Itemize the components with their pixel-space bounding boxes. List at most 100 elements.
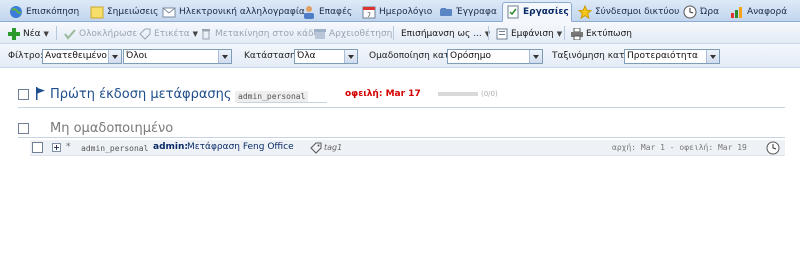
priority-marker: * [66,142,71,152]
mark-as-label: Επισήμανση ως ... [401,28,482,39]
svg-text:7: 7 [367,12,371,19]
tab-label: Επισκόπηση [26,6,80,17]
tasks-icon [506,5,520,19]
tab-notes[interactable]: Σημειώσεις [87,2,158,21]
status-value: Όλα [297,51,316,61]
plus-icon [8,27,20,40]
status-label: Κατάσταση: [244,51,299,61]
toolbar-divider [393,26,394,40]
checkmark-icon [64,28,76,40]
task-workspace-tag[interactable]: admin_personal [78,143,151,154]
tag-icon [310,142,322,157]
task-row[interactable]: * admin_personal admin: Μετάφραση Feng O… [30,140,785,156]
status-select[interactable]: Όλα [294,49,358,64]
tab-weblinks[interactable]: Σύνδεσμοι δικτύου [575,2,679,21]
workspace-tag[interactable]: admin_personal [235,91,309,102]
mark-as-button[interactable]: Επισήμανση ως ... ▼ [401,26,490,41]
main-tabs: Επισκόπηση Σημειώσεις Ηλεκτρονική αλληλο… [0,0,800,22]
group-by-value: Ορόσημο [450,51,491,61]
group-by-label: Ομαδοποίηση κατά: [369,51,459,61]
milestone-progress-text: (0/0) [481,90,498,98]
chevron-down-icon [706,50,719,63]
tab-contacts[interactable]: Επαφές [299,2,352,21]
new-button[interactable]: Νέα ▼ [8,26,49,41]
tab-label: Επαφές [319,6,353,17]
task-tag[interactable]: tag1 [324,143,342,152]
tag-button[interactable]: Ετικέτα ▼ [139,26,198,41]
chevron-down-icon: ▼ [192,29,199,38]
milestone-progress-bar [438,92,478,96]
milestone-due-date: οφειλή: Mar 17 [345,89,421,99]
view-button[interactable]: Εμφάνιση ▼ [496,26,562,41]
tasks-content: Πρώτη έκδοση μετάφρασης admin_personal ο… [0,68,800,278]
mail-icon [162,5,176,19]
archive-button[interactable]: Αρχειοθέτηση [314,26,392,41]
tab-email[interactable]: Ηλεκτρονική αλληλογραφία [159,2,305,21]
filter-bar: Φίλτρο: Ανατεθειμένο σ Όλοι Κατάσταση: Ό… [0,44,800,68]
toolbar-divider [564,26,565,40]
note-icon [90,5,104,19]
chevron-down-icon: ▼ [43,29,49,38]
clock-icon[interactable] [766,141,780,158]
group-by-select[interactable]: Ορόσημο [447,49,543,64]
tab-label: Αναφορά [747,6,788,17]
chart-icon [730,5,744,19]
filter-user-select[interactable]: Όλοι [123,49,232,64]
milestone-title[interactable]: Πρώτη έκδοση μετάφρασης [50,87,232,102]
new-label: Νέα [23,28,41,39]
view-icon [496,28,508,40]
ungrouped-title: Μη ομαδοποιημένο [50,121,174,136]
expand-icon[interactable] [52,143,61,152]
toolbar-divider [488,26,489,40]
filter-type-select[interactable]: Ανατεθειμένο σ [42,49,122,64]
tab-tasks[interactable]: Εργασίες [502,2,572,22]
calendar-icon: 7 [362,5,376,19]
tab-label: Εργασίες [523,7,569,17]
tab-calendar[interactable]: 7 Ημερολόγιο [359,2,432,21]
tab-label: Σύνδεσμοι δικτύου [595,6,680,17]
tab-label: Ηλεκτρονική αλληλογραφία [179,6,305,17]
flag-icon [35,87,46,103]
clock-icon [683,5,697,19]
tab-overview[interactable]: Επισκόπηση [6,2,79,21]
sort-by-label: Ταξινόμηση κατά: [552,51,634,61]
print-button[interactable]: Εκτύπωση [571,26,632,41]
trash-label: Μετακίνηση στον κάδο [215,28,320,39]
view-label: Εμφάνιση [511,28,554,39]
filter-user-value: Όλοι [126,51,148,61]
tag-icon [139,28,151,40]
task-toolbar: Νέα ▼ Ολοκλήρωσε Ετικέτα ▼ Μετακίνηση στ… [0,22,800,44]
trash-icon [200,28,212,40]
group-checkbox[interactable] [18,89,29,100]
tab-label: Ημερολόγιο [379,6,433,17]
chevron-down-icon [344,50,357,63]
tab-label: Έγγραφα [456,6,497,17]
archive-icon [314,28,326,40]
sort-by-value: Προτεραιότητα [627,51,698,61]
filter-label: Φίλτρο: [8,51,44,61]
chevron-down-icon [108,50,121,63]
task-title-link[interactable]: Μετάφραση Feng Office [187,142,294,152]
tab-time[interactable]: Ώρα [680,2,719,21]
trash-button[interactable]: Μετακίνηση στον κάδο [200,26,319,41]
complete-label: Ολοκλήρωσε [79,28,138,39]
filter-type-value: Ανατεθειμένο σ [45,51,116,61]
archive-label: Αρχειοθέτηση [329,28,393,39]
star-icon [577,4,593,19]
task-assignee[interactable]: admin: [153,142,188,152]
sort-by-select[interactable]: Προτεραιότητα [624,49,720,64]
globe-icon [9,5,23,19]
group-checkbox[interactable] [18,123,29,134]
tag-label: Ετικέτα [154,28,190,39]
contacts-icon [302,5,316,19]
task-dates: αρχή: Mar 1 - οφειλή: Mar 19 [612,143,747,152]
tab-reports[interactable]: Αναφορά [727,2,787,21]
chevron-down-icon: ▼ [556,29,563,38]
group-underline [237,102,327,103]
group-divider [18,107,785,108]
printer-icon [571,27,583,40]
print-label: Εκτύπωση [586,28,632,39]
complete-button[interactable]: Ολοκλήρωσε [64,26,137,41]
task-checkbox[interactable] [32,142,43,153]
tab-documents[interactable]: Έγγραφα [436,2,497,21]
